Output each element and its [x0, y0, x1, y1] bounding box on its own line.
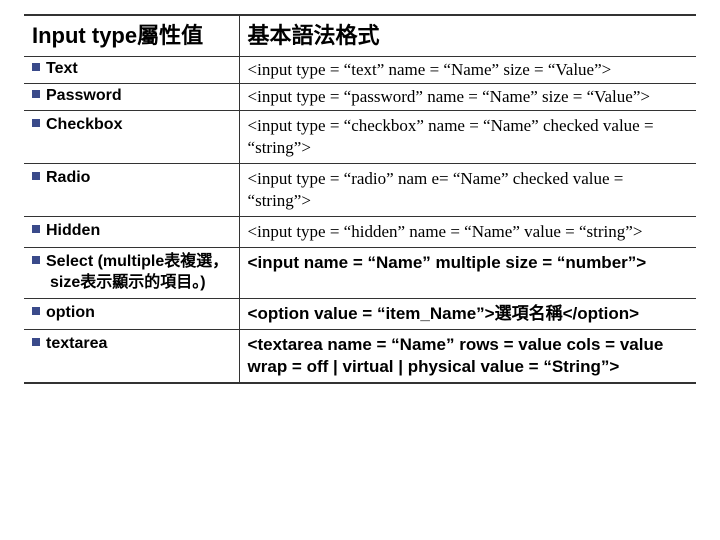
table-row: Select (multiple表複選，size表示顯示的項目。) <input … [24, 248, 696, 299]
bullet-icon [32, 63, 40, 71]
row-label: Password [24, 83, 239, 110]
row-label-text: textarea [46, 335, 107, 352]
row-syntax: <textarea name = “Name” rows = value col… [239, 329, 696, 383]
row-syntax: <option value = “item_Name”>選項名稱</option… [239, 298, 696, 329]
row-syntax: <input type = “checkbox” name = “Name” c… [239, 110, 696, 163]
bullet-icon [32, 225, 40, 233]
row-label-text: Text [46, 60, 78, 77]
row-syntax: <input type = “text” name = “Name” size … [239, 56, 696, 83]
table-row: textarea <textarea name = “Name” rows = v… [24, 329, 696, 383]
table-row: Checkbox <input type = “checkbox” name = … [24, 110, 696, 163]
header-syntax: 基本語法格式 [239, 15, 696, 56]
row-label: Select (multiple表複選，size表示顯示的項目。) [24, 248, 239, 299]
table-row: Hidden <input type = “hidden” name = “Nam… [24, 217, 696, 248]
table-row: option <option value = “item_Name”>選項名稱</… [24, 298, 696, 329]
row-label: Hidden [24, 217, 239, 248]
row-label: textarea [24, 329, 239, 383]
bullet-icon [32, 119, 40, 127]
row-syntax: <input type = “radio” nam e= “Name” chec… [239, 163, 696, 216]
header-attribute: Input type屬性值 [24, 15, 239, 56]
row-label-text: Hidden [46, 222, 100, 239]
row-syntax: <input name = “Name” multiple size = “nu… [239, 248, 696, 299]
row-label: option [24, 298, 239, 329]
bullet-icon [32, 256, 40, 264]
table-row: Password <input type = “password” name = … [24, 83, 696, 110]
bullet-icon [32, 172, 40, 180]
row-label: Checkbox [24, 110, 239, 163]
table-row: Radio <input type = “radio” nam e= “Name”… [24, 163, 696, 216]
row-label-text: Password [46, 87, 122, 104]
table-header-row: Input type屬性值 基本語法格式 [24, 15, 696, 56]
row-label-text: Radio [46, 169, 90, 186]
row-label: Radio [24, 163, 239, 216]
row-syntax: <input type = “hidden” name = “Name” val… [239, 217, 696, 248]
row-label: Text [24, 56, 239, 83]
bullet-icon [32, 90, 40, 98]
table-row: Text <input type = “text” name = “Name” s… [24, 56, 696, 83]
row-label-text: option [46, 304, 95, 321]
input-type-table: Input type屬性值 基本語法格式 Text <input type = “… [24, 14, 696, 384]
row-syntax: <input type = “password” name = “Name” s… [239, 83, 696, 110]
row-label-text: Checkbox [46, 116, 122, 133]
bullet-icon [32, 338, 40, 346]
row-label-text: Select (multiple表複選，size表示顯示的項目。) [46, 253, 228, 291]
bullet-icon [32, 307, 40, 315]
